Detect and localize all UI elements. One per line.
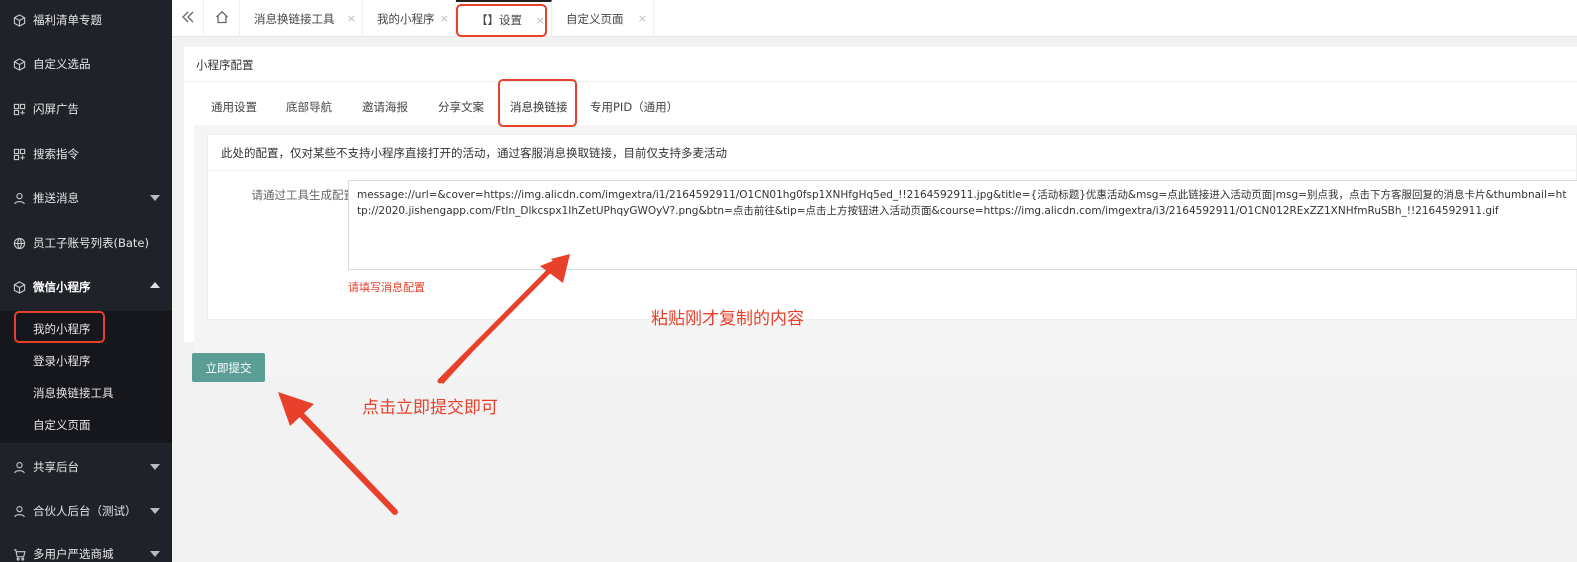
cart-icon: [12, 547, 26, 561]
sidebar-item-custom-selection[interactable]: 自定义选品: [0, 42, 172, 86]
message-config-textarea[interactable]: message://url=&cover=https://img.alicdn.…: [348, 180, 1577, 270]
sidebar-item-label: 自定义选品: [33, 57, 91, 71]
sidebar-item-staff-accounts[interactable]: 员工子账号列表(Bate): [0, 221, 172, 265]
sidebar-item-label: 搜索指令: [33, 147, 79, 161]
box-icon: [12, 57, 26, 71]
sidebar-item-label: 推送消息: [33, 191, 79, 205]
sidebar-subitem-message-link-tool[interactable]: 消息换链接工具: [0, 377, 172, 409]
tab-label: 我的小程序: [377, 11, 435, 26]
user-icon: [12, 504, 26, 518]
highlight-box-my-miniprogram: [14, 311, 105, 343]
tab-message-link-tool[interactable]: 消息换链接工具 ×: [240, 0, 363, 37]
close-icon[interactable]: ×: [638, 12, 647, 25]
home-icon: [215, 10, 229, 27]
highlight-box-message-link-subtab: [498, 79, 577, 127]
sidebar-item-label: 共享后台: [33, 460, 79, 474]
grid-icon: [12, 147, 26, 161]
sidebar-item-welfare-list[interactable]: 福利清单专题: [0, 0, 172, 42]
message-config-error: 请填写消息配置: [348, 281, 425, 294]
sidebar-item-partner-backend[interactable]: 合伙人后台（测试）: [0, 489, 172, 533]
sidebar-item-label: 闪屏广告: [33, 102, 79, 116]
home-button[interactable]: [204, 0, 240, 37]
collapse-sidebar-button[interactable]: [172, 0, 204, 37]
sidebar-item-label: 多用户严选商城: [33, 547, 114, 561]
chevron-down-icon: [150, 464, 160, 470]
highlight-box-settings-tab: [456, 4, 547, 37]
message-config-label: 请通过工具生成配置: [251, 188, 356, 202]
tab-label: 消息换链接工具: [254, 11, 335, 26]
sidebar-item-push-message[interactable]: 推送消息: [0, 176, 172, 220]
grid-icon: [12, 102, 26, 116]
tab-bar: 消息换链接工具 × 我的小程序 × 【】设置 × 自定义页面 ×: [172, 0, 1577, 37]
chevron-up-icon: [150, 282, 160, 288]
subtab-invite-poster[interactable]: 邀请海报: [362, 99, 408, 115]
chevron-down-icon: [150, 551, 160, 557]
sidebar: 福利清单专题 自定义选品 闪屏广告 搜索指令 推送消息 员工子账号列表(Bate…: [0, 0, 172, 562]
annotation-click-submit: 点击立即提交即可: [362, 398, 498, 418]
subtab-general-settings[interactable]: 通用设置: [211, 99, 257, 115]
subtab-bottom-nav[interactable]: 底部导航: [286, 99, 332, 115]
close-icon[interactable]: ×: [440, 12, 449, 25]
subtab-dedicated-pid[interactable]: 专用PID（通用）: [590, 99, 678, 115]
sidebar-item-label: 员工子账号列表(Bate): [33, 236, 149, 250]
sidebar-subitem-custom-page[interactable]: 自定义页面: [0, 409, 172, 441]
tab-my-miniprogram[interactable]: 我的小程序 ×: [363, 0, 456, 37]
tab-label: 自定义页面: [566, 11, 624, 26]
config-notice: 此处的配置，仅对某些不支持小程序直接打开的活动，通过客服消息换取链接，目前仅支持…: [208, 135, 1576, 171]
box-icon: [12, 280, 26, 294]
sidebar-item-label: 微信小程序: [33, 280, 91, 294]
message-config-card: 此处的配置，仅对某些不支持小程序直接打开的活动，通过客服消息换取链接，目前仅支持…: [207, 134, 1577, 320]
close-icon[interactable]: ×: [347, 12, 356, 25]
panel-title: 小程序配置: [196, 58, 254, 72]
globe-icon: [12, 236, 26, 250]
sidebar-subitem-label: 自定义页面: [33, 418, 91, 432]
sidebar-subitem-login-miniprogram[interactable]: 登录小程序: [0, 345, 172, 377]
submit-button[interactable]: 立即提交: [192, 353, 265, 382]
user-icon: [12, 191, 26, 205]
box-icon: [12, 13, 26, 27]
sidebar-subitem-label: 登录小程序: [33, 354, 91, 368]
subtab-share-copy[interactable]: 分享文案: [438, 99, 484, 115]
chevron-down-icon: [150, 195, 160, 201]
sidebar-item-label: 合伙人后台（测试）: [33, 504, 137, 518]
chevron-down-icon: [150, 508, 160, 514]
annotation-paste-content: 粘贴刚才复制的内容: [651, 309, 804, 329]
sidebar-item-splash-ad[interactable]: 闪屏广告: [0, 87, 172, 131]
sidebar-item-multi-user-mall[interactable]: 多用户严选商城: [0, 532, 172, 562]
tab-custom-page[interactable]: 自定义页面 ×: [552, 0, 654, 37]
sidebar-item-label: 福利清单专题: [33, 13, 102, 27]
sidebar-item-shared-backend[interactable]: 共享后台: [0, 445, 172, 489]
double-chevron-left-icon: [181, 10, 195, 27]
divider: [184, 81, 1577, 82]
sidebar-item-wechat-miniprogram[interactable]: 微信小程序: [0, 265, 172, 309]
sidebar-item-search-command[interactable]: 搜索指令: [0, 132, 172, 176]
user-icon: [12, 460, 26, 474]
sidebar-subitem-label: 消息换链接工具: [33, 386, 114, 400]
